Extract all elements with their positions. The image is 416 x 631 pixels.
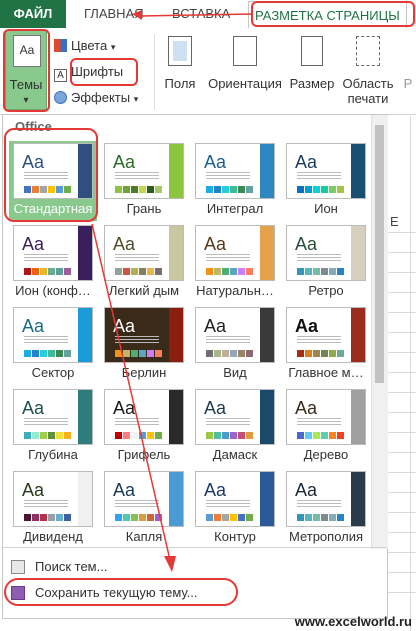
arrow-head [164,556,176,572]
arrow-head [132,10,142,20]
arrow-line [139,13,253,17]
arrow-line [91,223,171,561]
annotation-arrows [91,10,253,572]
watermark: www.excelworld.ru [294,614,412,629]
